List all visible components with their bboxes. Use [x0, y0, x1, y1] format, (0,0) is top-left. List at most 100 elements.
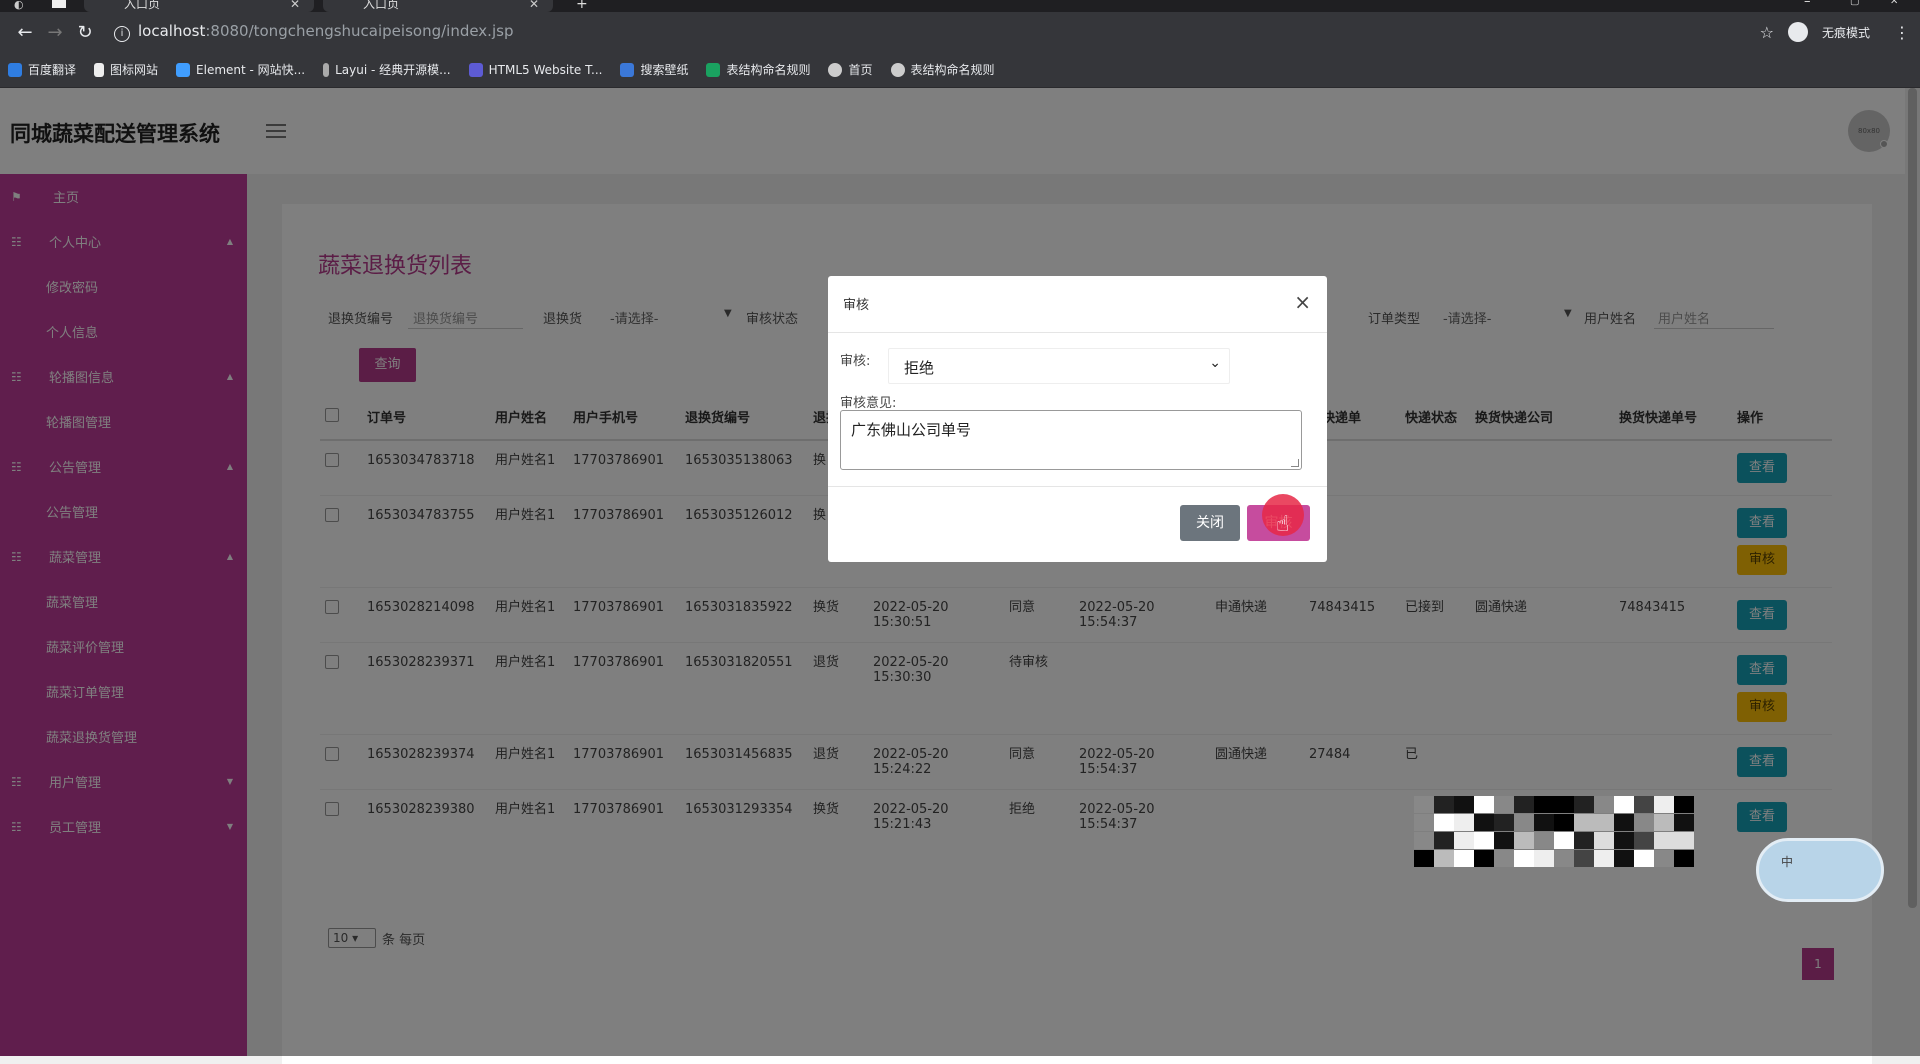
mosaic-block — [1454, 832, 1474, 849]
bookmark-item[interactable]: 百度翻译 — [8, 61, 76, 78]
close-icon[interactable]: × — [1294, 290, 1311, 314]
mosaic-block — [1634, 832, 1654, 849]
modal-footer-divider — [828, 486, 1327, 487]
bookmark-item[interactable]: 表结构命名规则 — [706, 61, 810, 78]
maximize-icon[interactable]: ▢ — [1850, 0, 1859, 7]
mosaic-block — [1654, 850, 1674, 867]
bookmark-label: 首页 — [848, 63, 873, 77]
mosaic-block — [1454, 814, 1474, 831]
browser-menu-icon[interactable]: ◐ — [14, 0, 24, 11]
bookmark-favicon-icon — [323, 62, 330, 77]
site-info-icon[interactable]: i — [114, 26, 130, 42]
mosaic-block — [1574, 796, 1594, 813]
mosaic-block — [1494, 832, 1514, 849]
window-close-icon[interactable]: ✕ — [1890, 0, 1898, 7]
mosaic-block — [1414, 832, 1434, 849]
audit-modal: 审核 × 审核: 拒绝 ⌄ 审核意见: 广东佛山公司单号 关闭 审核 — [828, 276, 1327, 562]
floating-assistant-widget[interactable]: 中 — [1756, 838, 1884, 902]
mosaic-block — [1434, 796, 1454, 813]
tab-search-icon[interactable] — [52, 0, 66, 8]
mosaic-block — [1434, 850, 1454, 867]
bookmark-star-icon[interactable]: ☆ — [1760, 23, 1774, 42]
bookmarks-bar: 百度翻译 图标网站 Element - 网站快... Layui - 经典开源模… — [0, 52, 1920, 88]
tab-label: 入口页 — [363, 0, 400, 11]
bookmark-label: Layui - 经典开源模... — [335, 63, 451, 77]
url-field[interactable]: i localhost:8080/tongchengshucaipeisong/i… — [114, 22, 1760, 42]
modal-backdrop[interactable] — [0, 88, 1920, 1056]
bookmark-label: 表结构命名规则 — [910, 63, 995, 77]
mosaic-block — [1414, 850, 1434, 867]
browser-tab-strip: ◐ 入口页 ✕ 入口页 ✕ + – ▢ ✕ — [0, 0, 1920, 12]
bookmark-favicon-icon — [828, 62, 843, 77]
hand-cursor-icon: ☝ — [1276, 512, 1290, 537]
opinion-label: 审核意见: — [840, 396, 897, 411]
browser-tab[interactable]: 入口页 ✕ — [323, 0, 553, 12]
bookmark-item[interactable]: 图标网站 — [94, 61, 158, 78]
mosaic-block — [1614, 850, 1634, 867]
bookmark-label: HTML5 Website T... — [488, 62, 603, 77]
bookmark-item[interactable]: Layui - 经典开源模... — [323, 61, 451, 78]
mosaic-block — [1494, 796, 1514, 813]
bookmark-favicon-icon — [176, 62, 191, 77]
opinion-text: 广东佛山公司单号 — [851, 421, 972, 439]
mosaic-block — [1574, 850, 1594, 867]
address-bar-row: ← → ↻ i localhost:8080/tongchengshucaipei… — [0, 12, 1920, 52]
mosaic-block — [1434, 832, 1454, 849]
mosaic-block — [1434, 814, 1454, 831]
mosaic-block — [1474, 814, 1494, 831]
mosaic-block — [1554, 796, 1574, 813]
mosaic-block — [1474, 850, 1494, 867]
resize-handle-icon[interactable] — [1291, 459, 1299, 467]
mosaic-block — [1414, 796, 1434, 813]
mosaic-block — [1634, 814, 1654, 831]
redaction-mosaic — [1414, 796, 1700, 876]
mosaic-block — [1674, 832, 1694, 849]
mosaic-block — [1614, 796, 1634, 813]
mosaic-block — [1494, 850, 1514, 867]
mosaic-block — [1554, 832, 1574, 849]
modal-title: 审核 — [843, 298, 870, 313]
mosaic-block — [1554, 814, 1574, 831]
bookmark-item[interactable]: 表结构命名规则 — [890, 61, 995, 78]
mosaic-block — [1494, 814, 1514, 831]
audit-select-value: 拒绝 — [904, 359, 935, 377]
reload-icon[interactable]: ↻ — [70, 22, 100, 43]
chevron-down-icon: ⌄ — [1209, 355, 1221, 371]
audit-label: 审核: — [840, 354, 871, 369]
bookmark-favicon-icon — [94, 62, 105, 77]
mosaic-block — [1594, 832, 1614, 849]
incognito-icon — [1787, 22, 1808, 42]
close-icon[interactable]: ✕ — [290, 0, 300, 10]
bookmark-label: 表结构命名规则 — [726, 63, 811, 77]
bookmark-label: 图标网站 — [110, 63, 159, 77]
mosaic-block — [1554, 850, 1574, 867]
bookmark-label: 百度翻译 — [28, 63, 77, 77]
new-tab-icon[interactable]: + — [576, 0, 588, 12]
opinion-textarea[interactable]: 广东佛山公司单号 — [840, 410, 1302, 470]
bookmark-item[interactable]: HTML5 Website T... — [468, 62, 603, 77]
mosaic-block — [1674, 814, 1694, 831]
mosaic-block — [1654, 814, 1674, 831]
bookmark-label: 搜索壁纸 — [640, 63, 689, 77]
close-button[interactable]: 关闭 — [1180, 505, 1240, 541]
browser-more-icon[interactable]: ⋮ — [1894, 23, 1910, 42]
bookmark-favicon-icon — [890, 62, 905, 77]
mosaic-block — [1594, 850, 1614, 867]
mosaic-block — [1534, 832, 1554, 849]
url-path: :8080/tongchengshucaipeisong/index.jsp — [205, 22, 514, 40]
bookmark-item[interactable]: 搜索壁纸 — [620, 61, 688, 78]
bookmark-item[interactable]: Element - 网站快... — [176, 61, 305, 78]
bookmark-favicon-icon — [620, 62, 635, 77]
forward-icon[interactable]: → — [40, 22, 70, 43]
browser-tab[interactable]: 入口页 ✕ — [84, 0, 314, 12]
mosaic-block — [1474, 796, 1494, 813]
incognito-label[interactable]: 无痕模式 — [1822, 24, 1870, 41]
minimize-icon[interactable]: – — [1804, 0, 1811, 9]
mosaic-block — [1454, 796, 1474, 813]
back-icon[interactable]: ← — [10, 22, 40, 43]
bookmark-item[interactable]: 首页 — [828, 61, 873, 78]
mosaic-block — [1594, 814, 1614, 831]
audit-select[interactable]: 拒绝 ⌄ — [888, 348, 1230, 384]
close-icon[interactable]: ✕ — [529, 0, 539, 10]
mosaic-block — [1534, 796, 1554, 813]
